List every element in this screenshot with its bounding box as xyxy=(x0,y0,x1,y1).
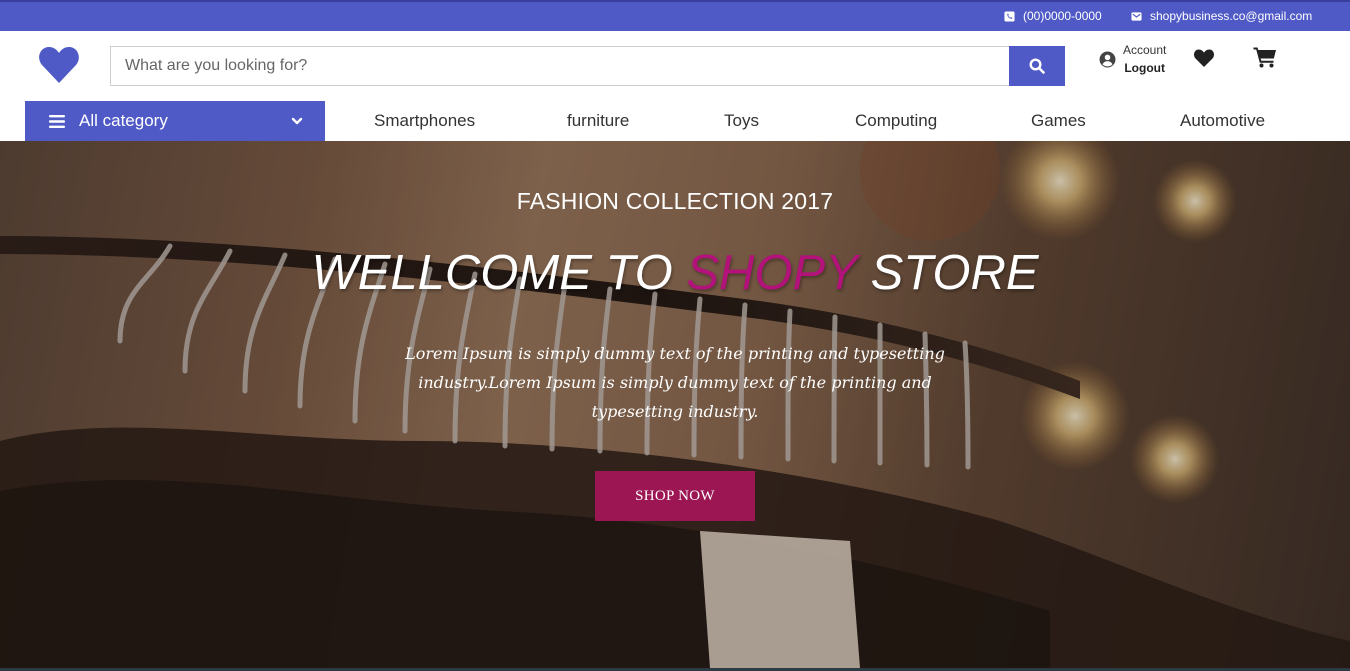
nav-item-furniture[interactable]: furniture xyxy=(567,111,629,131)
nav-item-automotive[interactable]: Automotive xyxy=(1180,111,1265,131)
contact-phone: (00)0000-0000 xyxy=(1004,9,1102,23)
menu-icon xyxy=(49,114,65,128)
nav-item-games[interactable]: Games xyxy=(1031,111,1086,131)
header: Account Logout xyxy=(0,31,1350,101)
nav-item-computing[interactable]: Computing xyxy=(855,111,937,131)
nav-item-smartphones[interactable]: Smartphones xyxy=(374,111,475,131)
account-menu[interactable]: Account Logout xyxy=(1099,41,1166,77)
search-bar xyxy=(110,46,1065,86)
cart-icon[interactable] xyxy=(1253,46,1277,68)
hero-description: Lorem Ipsum is simply dummy text of the … xyxy=(405,344,945,421)
search-input[interactable] xyxy=(110,46,1010,86)
account-label: Account xyxy=(1123,43,1167,57)
heart-icon[interactable] xyxy=(1193,48,1215,68)
email-address: shopybusiness.co@gmail.com xyxy=(1150,9,1313,23)
nav-item-toys[interactable]: Toys xyxy=(724,111,759,131)
hero-title-accent: SHOPY xyxy=(686,246,857,300)
search-button[interactable] xyxy=(1009,46,1065,86)
hero-title: WELLCOME TO SHOPY STORE xyxy=(0,245,1350,301)
contact-email: shopybusiness.co@gmail.com xyxy=(1131,9,1312,23)
hero-title-part2: STORE xyxy=(856,246,1039,300)
all-category-dropdown[interactable]: All category xyxy=(25,101,325,141)
all-category-label: All category xyxy=(79,111,168,130)
hero-banner: FASHION COLLECTION 2017 WELLCOME TO SHOP… xyxy=(0,141,1350,668)
phone-number: (00)0000-0000 xyxy=(1023,9,1102,23)
search-icon xyxy=(1029,58,1045,74)
hero-title-part1: WELLCOME TO xyxy=(311,246,687,300)
phone-icon xyxy=(1004,10,1015,22)
heart-logo-icon[interactable] xyxy=(38,45,80,85)
logout-link[interactable]: Logout xyxy=(1124,59,1165,77)
envelope-icon xyxy=(1131,11,1142,21)
shop-now-button[interactable]: SHOP NOW xyxy=(595,471,755,521)
user-circle-icon xyxy=(1099,51,1116,67)
chevron-down-icon xyxy=(291,117,303,125)
top-bar: (00)0000-0000 shopybusiness.co@gmail.com xyxy=(0,0,1350,31)
hero-subtitle: FASHION COLLECTION 2017 xyxy=(516,188,834,214)
category-nav: All category Smartphones furniture Toys … xyxy=(0,101,1350,141)
